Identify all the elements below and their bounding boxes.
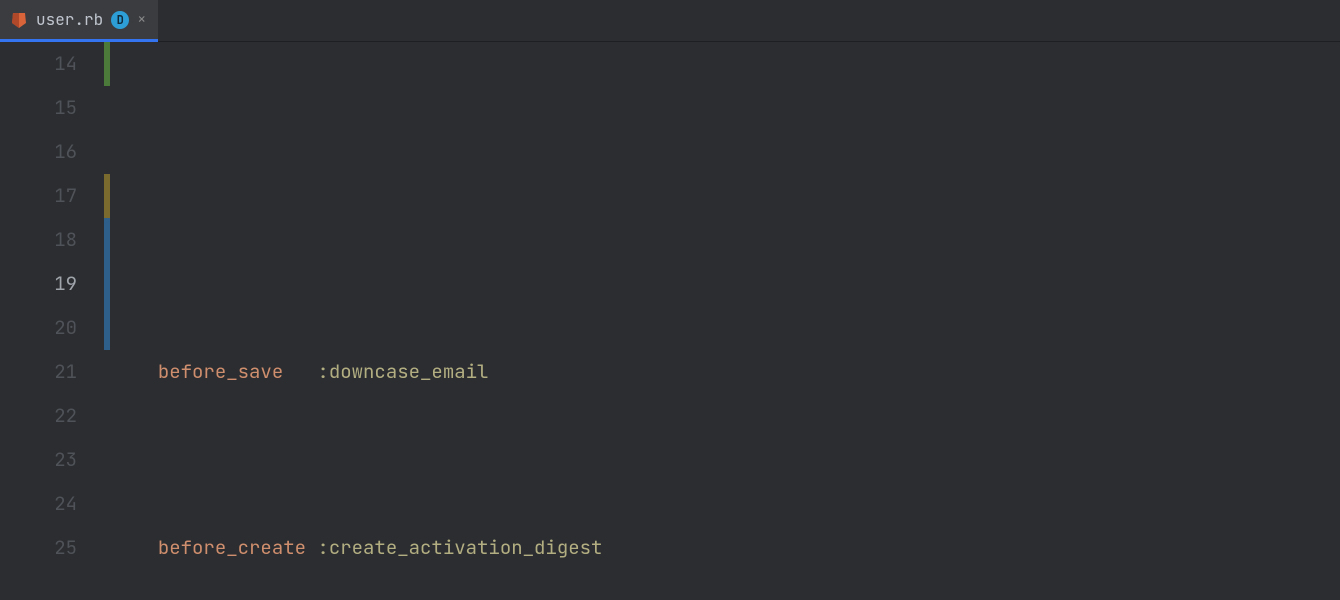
line-number[interactable]: 20 <box>0 306 77 350</box>
line-number[interactable]: 24 <box>0 482 77 526</box>
line-number[interactable]: 25 <box>0 526 77 570</box>
code-line <box>135 174 1340 218</box>
ruby-file-icon <box>10 11 28 29</box>
line-number[interactable]: 18 <box>0 218 77 262</box>
line-number[interactable]: 17 <box>0 174 77 218</box>
line-number[interactable]: 21 <box>0 350 77 394</box>
line-number[interactable]: 14 <box>0 42 77 86</box>
line-number[interactable]: 22 <box>0 394 77 438</box>
line-number[interactable]: 19 <box>0 262 77 306</box>
line-number[interactable]: 23 <box>0 438 77 482</box>
vcs-status-badge: D <box>111 11 129 29</box>
gutter: 14 15 16 17 18 19 20 21 22 23 24 25 <box>0 42 105 600</box>
tab-bar: user.rb D × <box>0 0 1340 42</box>
code-line: before_save :downcase_email <box>135 350 1340 394</box>
editor: 14 15 16 17 18 19 20 21 22 23 24 25 befo… <box>0 42 1340 600</box>
file-tab[interactable]: user.rb D × <box>0 0 158 42</box>
close-tab-icon[interactable]: × <box>137 12 146 27</box>
line-number[interactable]: 15 <box>0 86 77 130</box>
code-area[interactable]: before_save :downcase_email before_creat… <box>105 42 1340 600</box>
code-line: before_create :create_activation_digest <box>135 526 1340 570</box>
line-number[interactable]: 16 <box>0 130 77 174</box>
tab-filename: user.rb <box>36 9 103 30</box>
